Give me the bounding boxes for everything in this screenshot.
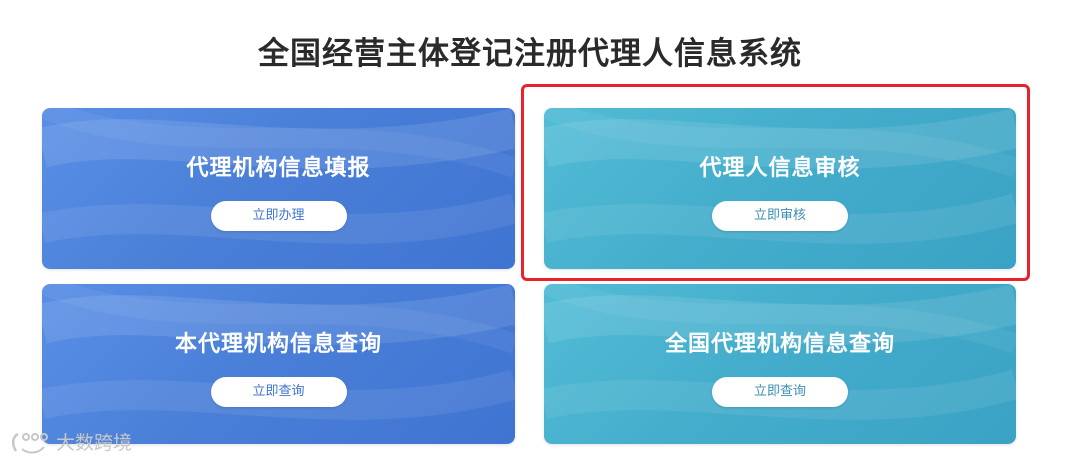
card-agency-info-submit[interactable]: 代理机构信息填报 立即办理 — [42, 108, 515, 269]
card-title: 全国代理机构信息查询 — [664, 332, 895, 357]
card-agent-info-review[interactable]: 代理人信息审核 立即审核 — [544, 108, 1016, 269]
apply-now-button[interactable]: 立即办理 — [210, 201, 347, 231]
card-title: 代理机构信息填报 — [186, 156, 371, 181]
card-national-agency-query[interactable]: 全国代理机构信息查询 立即查询 — [544, 284, 1016, 444]
watermark-text: 大数跨境 — [56, 432, 133, 454]
page-title: 全国经营主体登记注册代理人信息系统 — [258, 36, 802, 72]
query-now-button[interactable]: 立即查询 — [210, 377, 347, 407]
query-now-button[interactable]: 立即查询 — [712, 377, 848, 407]
card-background-waves — [42, 284, 515, 420]
card-title: 代理人信息审核 — [699, 156, 861, 181]
card-own-agency-query[interactable]: 本代理机构信息查询 立即查询 — [42, 284, 515, 444]
card-title: 本代理机构信息查询 — [174, 332, 382, 357]
watermark-logo-icon — [12, 432, 48, 453]
watermark: 大数跨境 — [10, 428, 132, 455]
card-background-waves — [544, 284, 1016, 420]
card-background-waves — [42, 108, 515, 244]
review-now-button[interactable]: 立即审核 — [712, 201, 848, 231]
card-background-waves — [544, 108, 1016, 244]
